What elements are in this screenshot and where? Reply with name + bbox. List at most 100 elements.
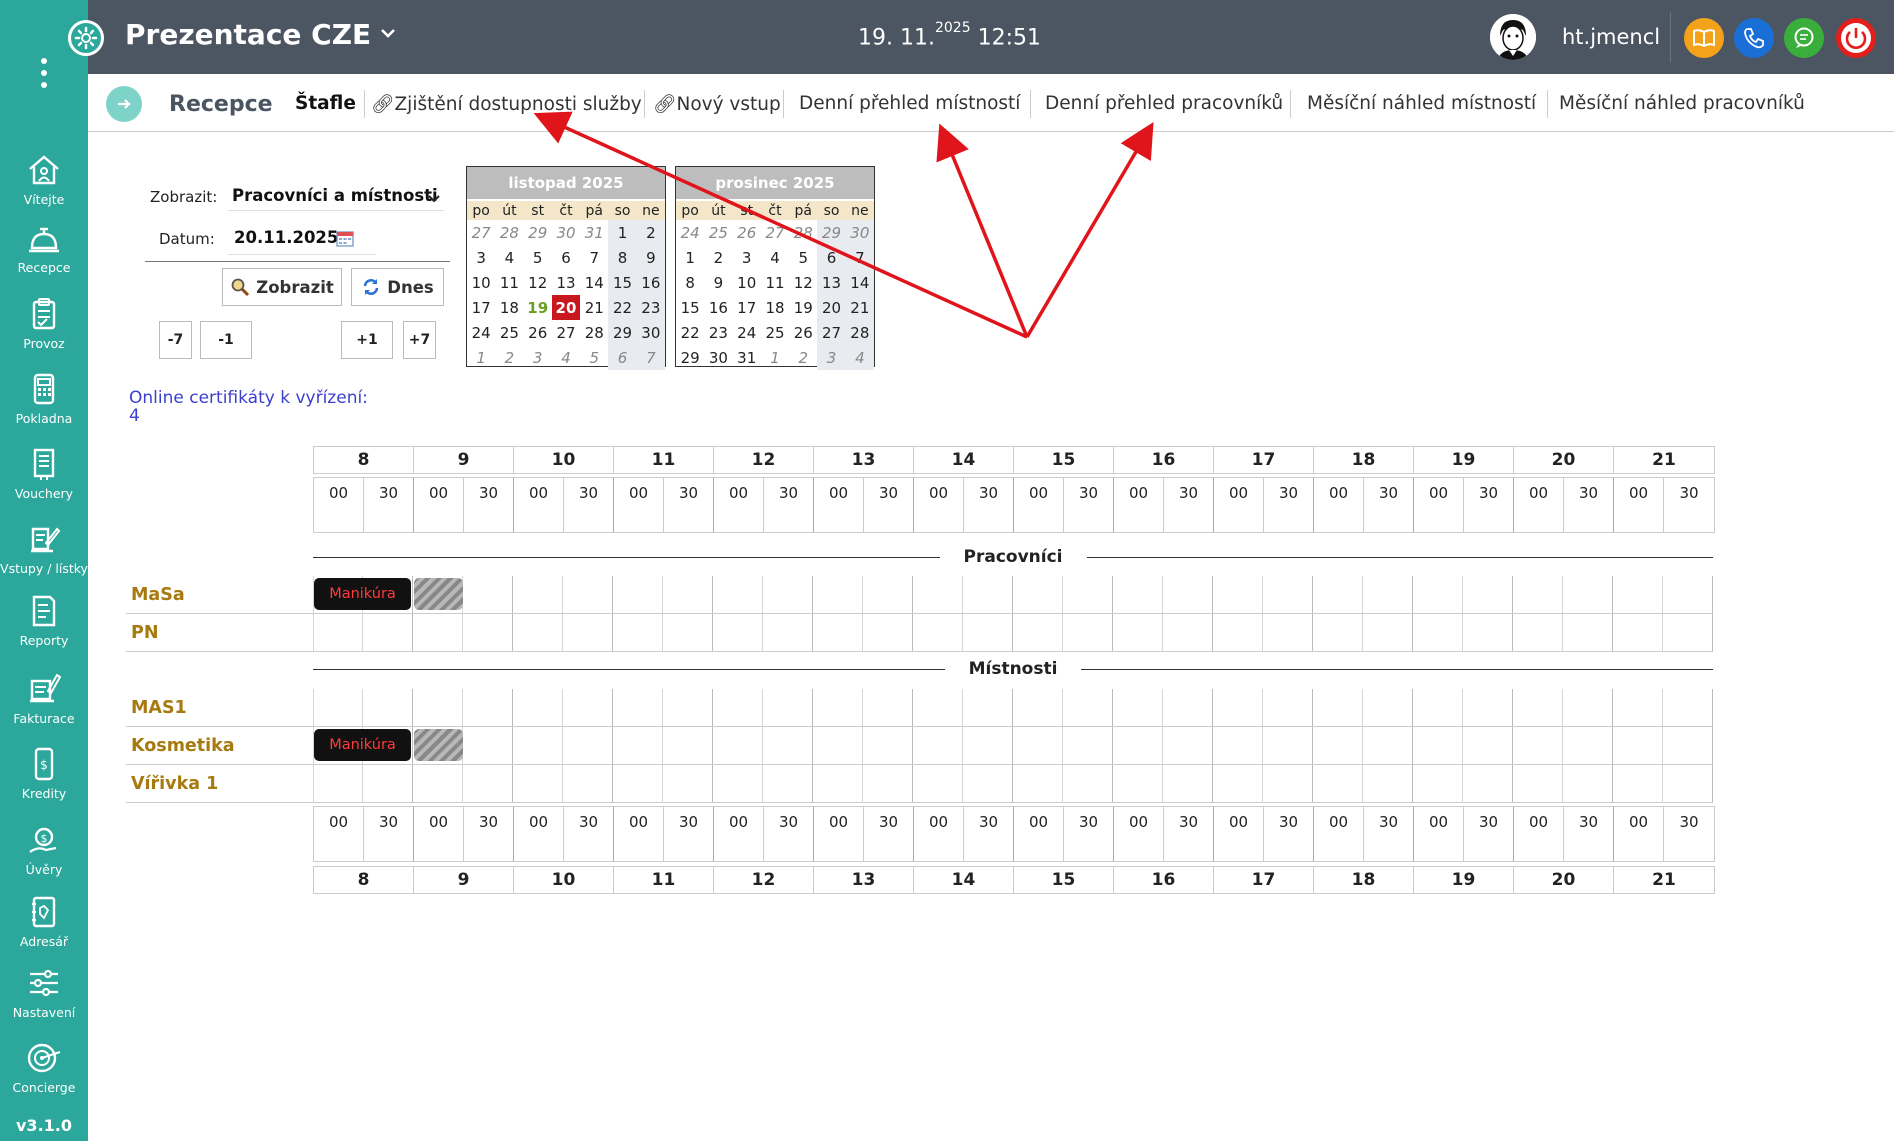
calendar-day[interactable]: 28: [789, 220, 817, 245]
time-slot[interactable]: [1113, 765, 1163, 802]
row-cells[interactable]: [313, 614, 1713, 651]
username[interactable]: ht.jmencl: [1562, 25, 1660, 49]
time-slot[interactable]: [1363, 614, 1413, 651]
calendar-day[interactable]: 2: [495, 345, 523, 370]
calendar-day[interactable]: 25: [495, 320, 523, 345]
calendar-day[interactable]: 30: [636, 320, 665, 345]
calendar-day[interactable]: 8: [676, 270, 704, 295]
calendar-day[interactable]: 22: [676, 320, 704, 345]
time-slot[interactable]: [1013, 689, 1063, 726]
calendar-day[interactable]: 17: [467, 295, 495, 320]
calendar-day[interactable]: 7: [636, 345, 665, 370]
sidebar-item-fakturace[interactable]: Fakturace: [0, 671, 88, 726]
appointment-block[interactable]: Manikúra: [314, 578, 411, 610]
time-slot[interactable]: [1363, 576, 1413, 613]
calendar-day[interactable]: 30: [845, 220, 874, 245]
tab-mesicni-nahled-pracovniku[interactable]: Měsíční náhled pracovníků: [1559, 93, 1805, 114]
manual-book-icon[interactable]: [1684, 18, 1724, 58]
time-slot[interactable]: [1163, 576, 1213, 613]
calendar-day[interactable]: 3: [467, 245, 495, 270]
show-button[interactable]: Zobrazit: [222, 268, 342, 306]
time-slot[interactable]: [713, 765, 763, 802]
time-slot[interactable]: [1563, 727, 1613, 764]
time-slot[interactable]: [663, 727, 713, 764]
menu-dots-icon[interactable]: [41, 58, 47, 94]
time-slot[interactable]: [1063, 614, 1113, 651]
time-slot[interactable]: [1413, 576, 1463, 613]
time-slot[interactable]: [913, 765, 963, 802]
time-slot[interactable]: [1063, 765, 1113, 802]
calendar-day[interactable]: 4: [495, 245, 523, 270]
time-slot[interactable]: [663, 614, 713, 651]
time-slot[interactable]: [513, 765, 563, 802]
time-slot[interactable]: [813, 765, 863, 802]
calendar-day-today[interactable]: 19: [524, 295, 552, 320]
calendar-day[interactable]: 17: [733, 295, 761, 320]
time-slot[interactable]: [1413, 727, 1463, 764]
sidebar-item-reporty[interactable]: Reporty: [0, 593, 88, 648]
calendar-day[interactable]: 4: [845, 345, 874, 370]
phone-icon[interactable]: [1734, 18, 1774, 58]
time-slot[interactable]: [1313, 614, 1363, 651]
calendar-day[interactable]: 22: [608, 295, 637, 320]
calendar-day[interactable]: 8: [608, 245, 637, 270]
time-slot[interactable]: [963, 576, 1013, 613]
tab-stafle[interactable]: Štafle: [295, 93, 356, 114]
time-slot[interactable]: [1313, 689, 1363, 726]
time-slot[interactable]: [1163, 689, 1213, 726]
time-slot[interactable]: [1263, 727, 1313, 764]
time-slot[interactable]: [1013, 614, 1063, 651]
time-slot[interactable]: [1663, 689, 1713, 726]
calendar-day[interactable]: 5: [580, 345, 608, 370]
calendar-day[interactable]: 28: [580, 320, 608, 345]
time-slot[interactable]: [313, 689, 363, 726]
time-slot[interactable]: [813, 727, 863, 764]
time-slot[interactable]: [963, 727, 1013, 764]
time-slot[interactable]: [1363, 765, 1413, 802]
power-logout-icon[interactable]: [1836, 18, 1876, 58]
tab-denni-prehled-pracovniku[interactable]: Denní přehled pracovníků: [1045, 93, 1283, 114]
calendar-day[interactable]: 1: [467, 345, 495, 370]
company-title[interactable]: Prezentace CZE: [125, 18, 371, 51]
time-slot[interactable]: [1363, 689, 1413, 726]
calendar-day[interactable]: 6: [608, 345, 637, 370]
time-slot[interactable]: [1113, 576, 1163, 613]
app-logo-gear-icon[interactable]: [68, 20, 104, 56]
sidebar-item-recepce[interactable]: Recepce: [0, 224, 88, 275]
calendar-day[interactable]: 1: [676, 245, 704, 270]
calendar-day[interactable]: 6: [552, 245, 580, 270]
sidebar-item-vstupy[interactable]: Vstupy / lístky: [0, 521, 88, 576]
sidebar-item-nastaveni[interactable]: Nastavení: [0, 965, 88, 1020]
row-name[interactable]: Vířivka 1: [131, 774, 218, 794]
time-slot[interactable]: [863, 765, 913, 802]
calendar-day[interactable]: 23: [636, 295, 665, 320]
calendar-day[interactable]: 16: [704, 295, 732, 320]
calendar-day[interactable]: 21: [845, 295, 874, 320]
calendar-day[interactable]: 9: [704, 270, 732, 295]
calendar-day[interactable]: 31: [580, 220, 608, 245]
calendar-day[interactable]: 7: [845, 245, 874, 270]
time-slot[interactable]: [1513, 614, 1563, 651]
plus-1-day-button[interactable]: +1: [341, 321, 393, 359]
time-slot[interactable]: [1463, 727, 1513, 764]
time-slot[interactable]: [1213, 576, 1263, 613]
calendar-day[interactable]: 5: [789, 245, 817, 270]
calendar-day[interactable]: 15: [676, 295, 704, 320]
time-slot[interactable]: [413, 765, 463, 802]
calendar-day[interactable]: 29: [817, 220, 846, 245]
online-certificates[interactable]: Online certifikáty k vyřízení: 4: [129, 389, 368, 425]
time-slot[interactable]: [863, 576, 913, 613]
time-slot[interactable]: [1063, 727, 1113, 764]
time-slot[interactable]: [913, 689, 963, 726]
calendar-day[interactable]: 4: [552, 345, 580, 370]
calendar-day[interactable]: 6: [817, 245, 846, 270]
sidebar-item-adresar[interactable]: Adresář: [0, 894, 88, 949]
calendar-day[interactable]: 3: [733, 245, 761, 270]
time-slot[interactable]: [1313, 765, 1363, 802]
tab-zjisteni-dostupnosti[interactable]: 🔗︎Zjištění dostupnosti služby: [371, 93, 642, 115]
time-slot[interactable]: [1513, 689, 1563, 726]
calendar-day[interactable]: 15: [608, 270, 637, 295]
time-slot[interactable]: [1463, 765, 1513, 802]
row-cells[interactable]: [313, 576, 1713, 613]
sidebar-item-uvery[interactable]: $ Úvěry: [0, 822, 88, 877]
